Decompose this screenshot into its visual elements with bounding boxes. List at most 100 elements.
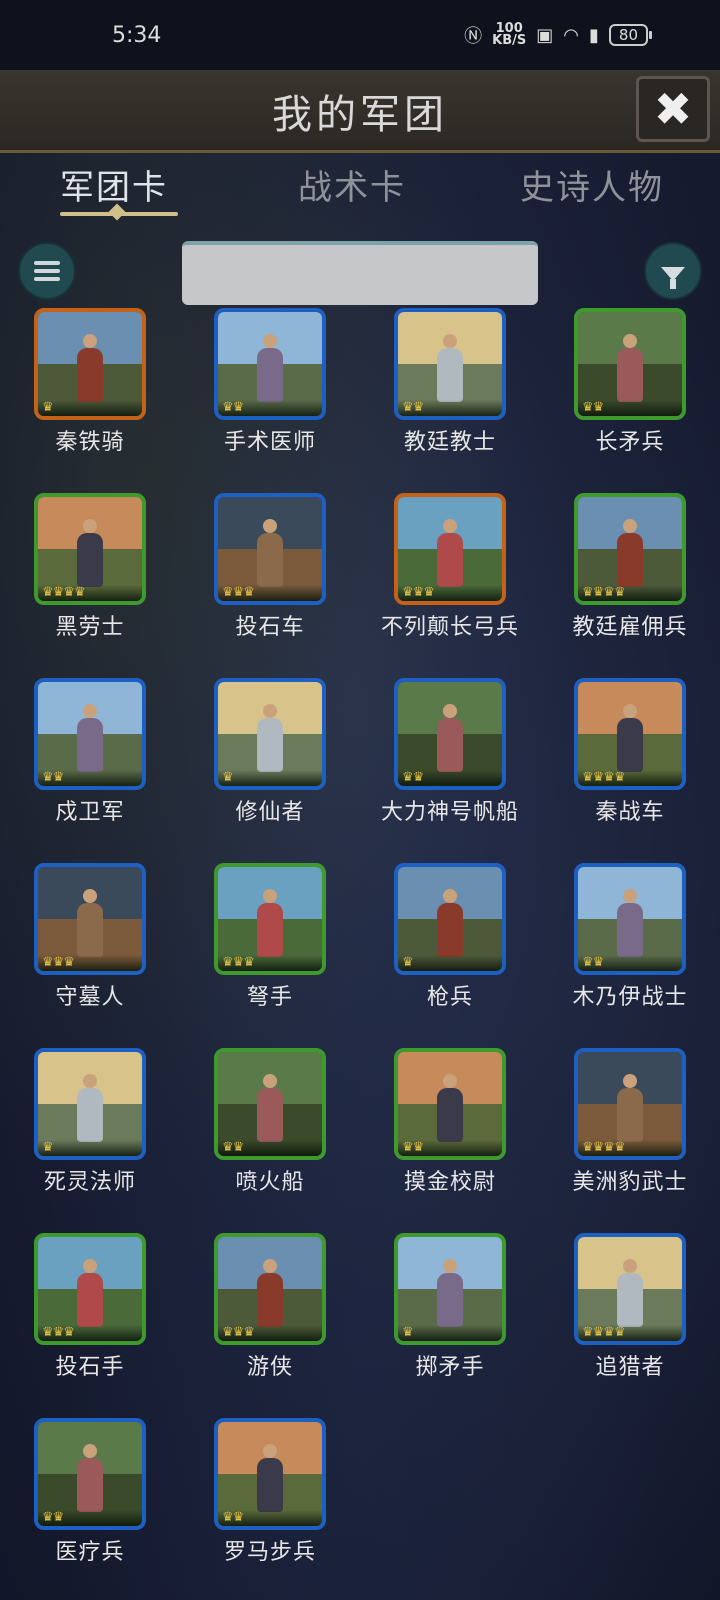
unit-card[interactable]: ♛♛♛ 守墓人	[0, 861, 180, 1041]
unit-name: 黑劳士	[55, 615, 125, 640]
unit-star-level: ♛	[398, 1325, 502, 1341]
tab-bar: 军团卡 战术卡 史诗人物	[0, 160, 720, 230]
unit-name: 不列颠长弓兵	[380, 615, 519, 640]
unit-name: 修仙者	[235, 800, 305, 825]
unit-card[interactable]: ♛♛♛ 不列颠长弓兵	[360, 491, 540, 671]
unit-name: 死灵法师	[43, 1170, 136, 1195]
unit-name: 秦战车	[595, 800, 665, 825]
unit-star-level: ♛♛	[218, 1140, 322, 1156]
unit-star-level: ♛	[38, 1140, 142, 1156]
filter-button[interactable]	[646, 244, 700, 298]
unit-card[interactable]: ♛♛♛♛ 教廷雇佣兵	[540, 491, 720, 671]
unit-portrait: ♛♛	[214, 1048, 326, 1160]
unit-star-level: ♛♛	[38, 770, 142, 786]
unit-name: 木乃伊战士	[572, 985, 688, 1010]
unit-name: 秦铁骑	[55, 430, 125, 455]
unit-card[interactable]: ♛♛♛♛ 追猎者	[540, 1231, 720, 1411]
unit-portrait: ♛♛♛♛	[574, 1048, 686, 1160]
unit-name: 罗马步兵	[223, 1540, 316, 1565]
unit-card[interactable]: ♛♛♛ 投石车	[180, 491, 360, 671]
unit-star-level: ♛♛♛	[218, 955, 322, 971]
unit-star-level: ♛♛♛♛	[578, 1325, 682, 1341]
unit-card[interactable]: ♛♛ 罗马步兵	[180, 1416, 360, 1596]
close-icon: ✖	[653, 82, 693, 136]
unit-name: 喷火船	[235, 1170, 305, 1195]
tab-epic-characters[interactable]: 史诗人物	[520, 160, 664, 209]
unit-name: 手术医师	[223, 430, 316, 455]
unit-card[interactable]: ♛♛♛♛ 黑劳士	[0, 491, 180, 671]
unit-portrait: ♛♛	[574, 308, 686, 420]
close-button[interactable]: ✖	[636, 76, 710, 142]
network-speed: 100 KB/S	[492, 22, 527, 48]
unit-card[interactable]: ♛♛♛♛ 秦战车	[540, 676, 720, 856]
unit-card[interactable]: ♛♛ 喷火船	[180, 1046, 360, 1226]
unit-name: 弩手	[246, 985, 293, 1010]
unit-card[interactable]: ♛ 掷矛手	[360, 1231, 540, 1411]
nfc-icon: Ⓝ	[464, 26, 483, 47]
unit-name: 长矛兵	[595, 430, 665, 455]
unit-portrait: ♛	[34, 1048, 146, 1160]
unit-portrait: ♛	[214, 678, 326, 790]
unit-star-level: ♛♛	[578, 400, 682, 416]
tab-tactic-cards[interactable]: 战术卡	[298, 160, 406, 209]
unit-card[interactable]: ♛ 秦铁骑	[0, 306, 180, 486]
unit-portrait: ♛♛♛	[214, 493, 326, 605]
unit-card[interactable]: ♛ 枪兵	[360, 861, 540, 1041]
unit-name: 守墓人	[55, 985, 125, 1010]
unit-name: 教廷教士	[403, 430, 496, 455]
unit-name: 投石车	[235, 615, 305, 640]
unit-card[interactable]: ♛♛♛ 投石手	[0, 1231, 180, 1411]
unit-star-level: ♛♛	[218, 400, 322, 416]
unit-card[interactable]: ♛♛ 教廷教士	[360, 306, 540, 486]
unit-portrait: ♛♛	[214, 1418, 326, 1530]
unit-card[interactable]: ♛♛ 木乃伊战士	[540, 861, 720, 1041]
unit-portrait: ♛♛♛	[394, 493, 506, 605]
unit-portrait: ♛♛	[34, 1418, 146, 1530]
unit-name: 投石手	[55, 1355, 125, 1380]
unit-portrait: ♛♛	[394, 308, 506, 420]
unit-star-level: ♛♛	[398, 400, 502, 416]
hd-icon: ▣	[536, 24, 554, 46]
signal-icon: ▮	[589, 24, 599, 46]
unit-card[interactable]: ♛ 死灵法师	[0, 1046, 180, 1226]
network-speed-unit: KB/S	[492, 33, 527, 48]
page-title: 我的军团	[272, 92, 448, 138]
unit-portrait: ♛	[394, 863, 506, 975]
unit-card[interactable]: ♛♛ 医疗兵	[0, 1416, 180, 1596]
unit-name: 追猎者	[595, 1355, 665, 1380]
unit-card[interactable]: ♛♛ 摸金校尉	[360, 1046, 540, 1226]
unit-name: 大力神号帆船	[380, 800, 519, 825]
unit-name: 戍卫军	[55, 800, 125, 825]
unit-portrait: ♛	[394, 1233, 506, 1345]
unit-portrait: ♛♛♛♛	[574, 1233, 686, 1345]
unit-star-level: ♛♛♛♛	[578, 585, 682, 601]
battery-indicator: 80	[608, 24, 653, 46]
unit-name: 教廷雇佣兵	[572, 615, 688, 640]
unit-card[interactable]: ♛♛ 长矛兵	[540, 306, 720, 486]
unit-star-level: ♛♛♛♛	[578, 770, 682, 786]
unit-card[interactable]: ♛♛♛♛ 美洲豹武士	[540, 1046, 720, 1226]
unit-star-level: ♛	[218, 770, 322, 786]
unit-portrait: ♛♛♛♛	[34, 493, 146, 605]
unit-card[interactable]: ♛♛♛ 游侠	[180, 1231, 360, 1411]
unit-star-level: ♛♛♛	[38, 1325, 142, 1341]
unit-name: 游侠	[246, 1355, 293, 1380]
search-input[interactable]	[182, 241, 538, 305]
unit-star-level: ♛♛♛	[218, 585, 322, 601]
unit-card[interactable]: ♛♛♛ 弩手	[180, 861, 360, 1041]
list-view-button[interactable]	[20, 244, 74, 298]
unit-name: 枪兵	[426, 985, 473, 1010]
unit-card[interactable]: ♛♛ 大力神号帆船	[360, 676, 540, 856]
unit-card[interactable]: ♛♛ 戍卫军	[0, 676, 180, 856]
header-bar: 我的军团 ✖	[0, 70, 720, 153]
tab-legion-cards[interactable]: 军团卡	[60, 160, 168, 209]
unit-card[interactable]: ♛♛ 手术医师	[180, 306, 360, 486]
unit-portrait: ♛♛	[214, 308, 326, 420]
unit-star-level: ♛♛	[398, 770, 502, 786]
unit-portrait: ♛♛	[34, 678, 146, 790]
unit-portrait: ♛♛♛♛	[574, 493, 686, 605]
unit-star-level: ♛♛	[398, 1140, 502, 1156]
unit-card[interactable]: ♛ 修仙者	[180, 676, 360, 856]
unit-star-level: ♛	[38, 400, 142, 416]
status-bar: 5:34 Ⓝ 100 KB/S ▣ ◠ ▮ 80	[0, 0, 720, 70]
